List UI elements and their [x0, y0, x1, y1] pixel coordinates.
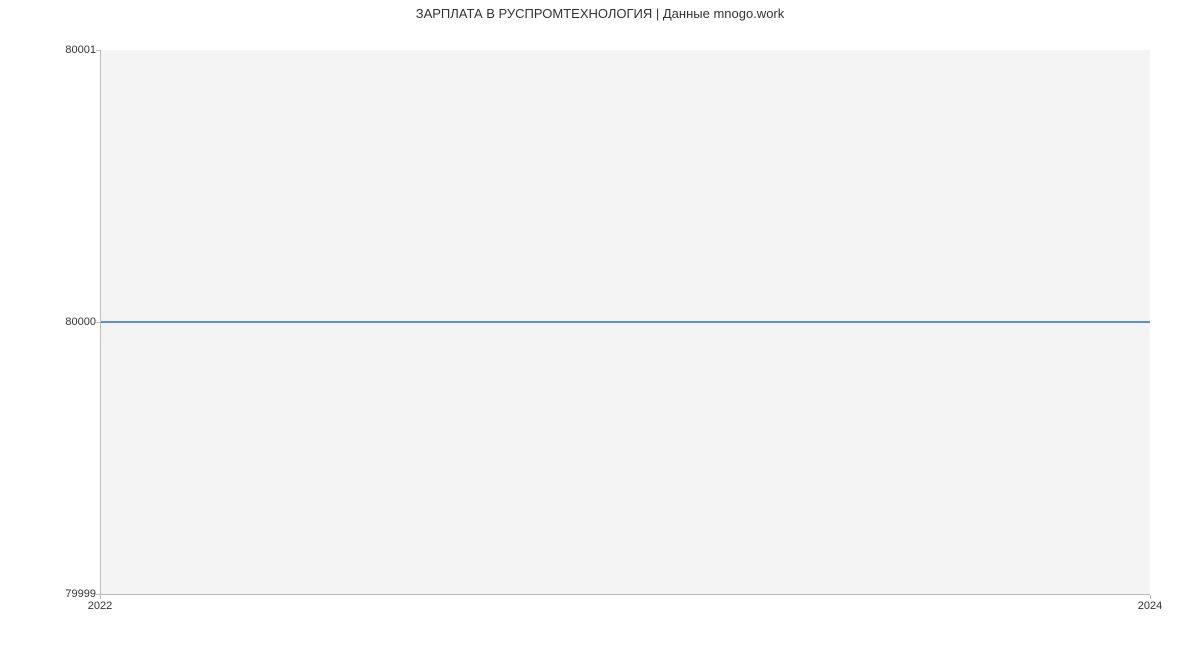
- data-line: [101, 321, 1150, 323]
- x-tick-mark: [1150, 595, 1151, 599]
- y-tick-mark: [96, 322, 100, 323]
- x-tick-label: 2024: [1138, 600, 1162, 612]
- x-tick-mark: [100, 595, 101, 599]
- y-tick-label: 80001: [65, 44, 96, 56]
- y-tick-label: 79999: [65, 588, 96, 600]
- chart-title: ЗАРПЛАТА В РУСПРОМТЕХНОЛОГИЯ | Данные mn…: [0, 6, 1200, 21]
- plot-area: [100, 50, 1150, 595]
- y-tick-mark: [96, 50, 100, 51]
- y-tick-label: 80000: [65, 316, 96, 328]
- x-tick-label: 2022: [88, 600, 112, 612]
